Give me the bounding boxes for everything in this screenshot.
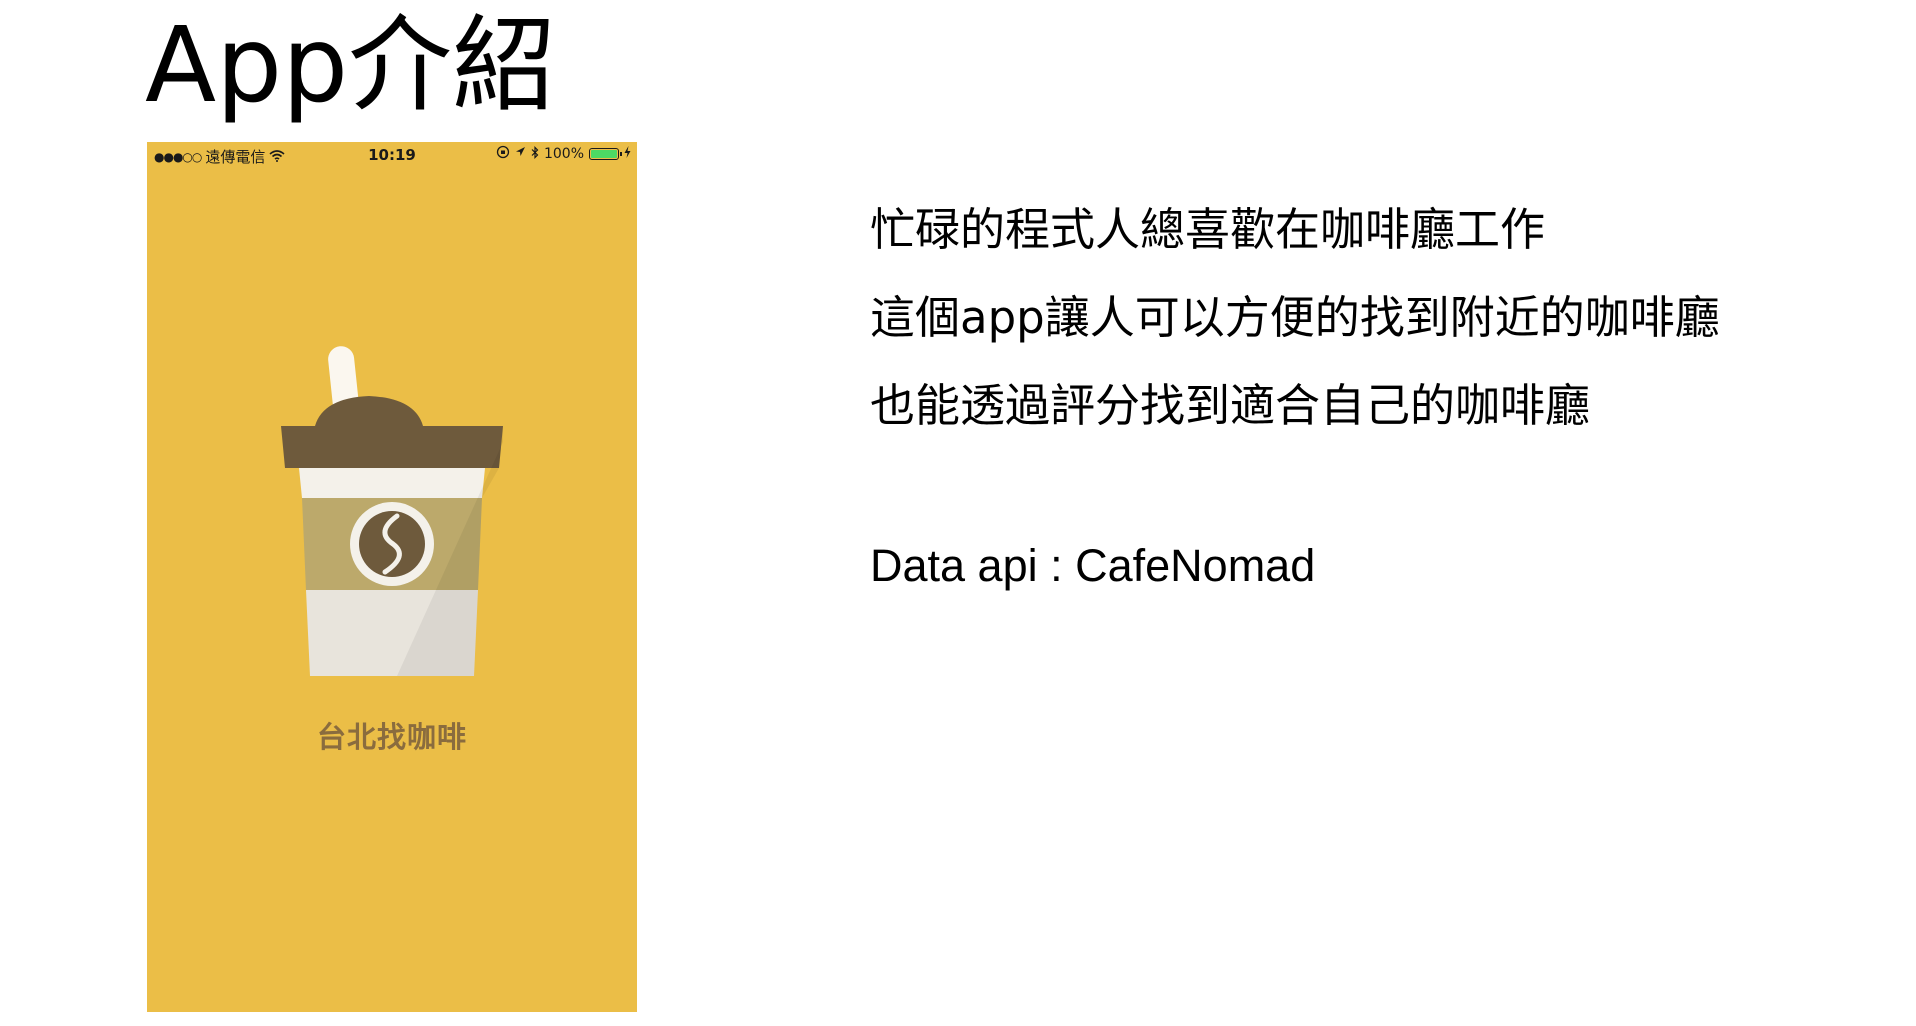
- description-line: 這個app讓人可以方便的找到附近的咖啡廳: [870, 291, 1720, 344]
- battery-percent: 100%: [543, 146, 584, 162]
- charging-icon: [624, 146, 631, 162]
- orientation-lock-icon: [496, 145, 510, 163]
- location-arrow-icon: [515, 146, 526, 162]
- battery-icon: [589, 148, 622, 160]
- status-bar: ●●●○○ 遠傳電信 10:19 100%: [147, 142, 637, 166]
- app-splash-screenshot: ●●●○○ 遠傳電信 10:19 100% 台北找咖啡: [147, 142, 637, 1012]
- slide: App介紹 ●●●○○ 遠傳電信 10:19 100% 台北找咖啡 忙碌的程式人…: [0, 0, 1916, 1026]
- data-api-credit: Data api : CafeNomad: [870, 540, 1316, 591]
- bluetooth-icon: [531, 145, 539, 163]
- slide-title: App介紹: [145, 4, 557, 126]
- description-line: 忙碌的程式人總喜歡在咖啡廳工作: [870, 203, 1546, 256]
- description-line: 也能透過評分找到適合自己的咖啡廳: [870, 379, 1591, 432]
- description: 忙碌的程式人總喜歡在咖啡廳工作 這個app讓人可以方便的找到附近的咖啡廳 也能透…: [870, 186, 1720, 450]
- app-name: 台北找咖啡: [316, 720, 467, 754]
- coffee-cup-logo-icon: [281, 346, 503, 676]
- status-right: 100%: [496, 145, 631, 163]
